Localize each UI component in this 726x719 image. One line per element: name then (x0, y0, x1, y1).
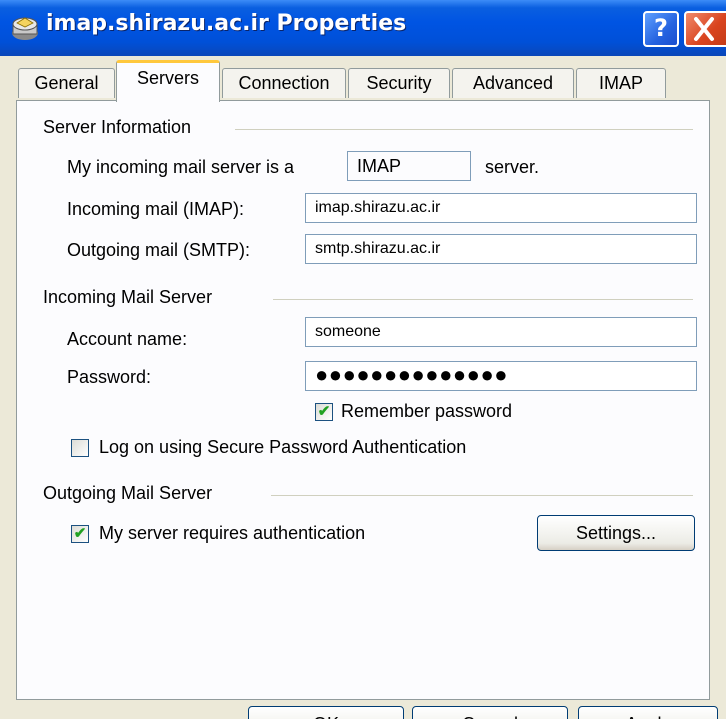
close-icon (694, 17, 714, 41)
password-input[interactable]: ●●●●●●●●●●●●●● (305, 361, 697, 391)
spa-label[interactable]: Log on using Secure Password Authenticat… (99, 437, 466, 458)
incoming-type-suffix: server. (485, 157, 540, 177)
incoming-mail-label: Incoming mail (IMAP): (67, 199, 245, 219)
outgoing-mail-label: Outgoing mail (SMTP): (67, 240, 251, 260)
remember-password-checkbox[interactable]: ✔ (315, 403, 333, 421)
incoming-mail-server-divider (273, 299, 693, 300)
account-name-label: Account name: (67, 329, 188, 349)
tab-servers[interactable]: Servers (116, 60, 220, 102)
title-bar[interactable]: imap.shirazu.ac.ir Properties ? (0, 0, 726, 56)
incoming-server-type-field: IMAP (347, 151, 471, 181)
account-name-input[interactable]: someone (305, 317, 697, 347)
mail-account-icon (12, 17, 38, 40)
outgoing-mail-server-divider (271, 495, 693, 496)
tab-security[interactable]: Security (348, 68, 450, 98)
properties-dialog: imap.shirazu.ac.ir Properties ? General … (0, 0, 726, 719)
apply-button[interactable]: Apply (578, 706, 718, 719)
servers-tab-panel: Server Information My incoming mail serv… (16, 100, 710, 700)
tab-imap[interactable]: IMAP (576, 68, 666, 98)
incoming-mail-server-group-label: Incoming Mail Server (43, 287, 213, 307)
incoming-type-prefix: My incoming mail server is a (67, 157, 295, 177)
password-label: Password: (67, 367, 152, 387)
outgoing-mail-server-group-label: Outgoing Mail Server (43, 483, 213, 503)
tab-advanced[interactable]: Advanced (452, 68, 574, 98)
spa-checkbox[interactable] (71, 439, 89, 457)
window-title: imap.shirazu.ac.ir Properties (46, 11, 407, 36)
remember-password-label[interactable]: Remember password (341, 401, 512, 422)
server-information-group-label: Server Information (43, 117, 192, 137)
incoming-mail-input[interactable]: imap.shirazu.ac.ir (305, 193, 697, 223)
cancel-button[interactable]: Cancel (412, 706, 568, 719)
tab-general[interactable]: General (18, 68, 115, 98)
requires-authentication-checkbox[interactable]: ✔ (71, 525, 89, 543)
tab-connection[interactable]: Connection (222, 68, 346, 98)
close-button[interactable] (684, 11, 726, 47)
ok-button[interactable]: OK (248, 706, 404, 719)
requires-authentication-label[interactable]: My server requires authentication (99, 523, 365, 544)
outgoing-mail-input[interactable]: smtp.shirazu.ac.ir (305, 234, 697, 264)
settings-button[interactable]: Settings... (537, 515, 695, 551)
server-information-divider (235, 129, 693, 130)
help-button[interactable]: ? (643, 11, 679, 47)
